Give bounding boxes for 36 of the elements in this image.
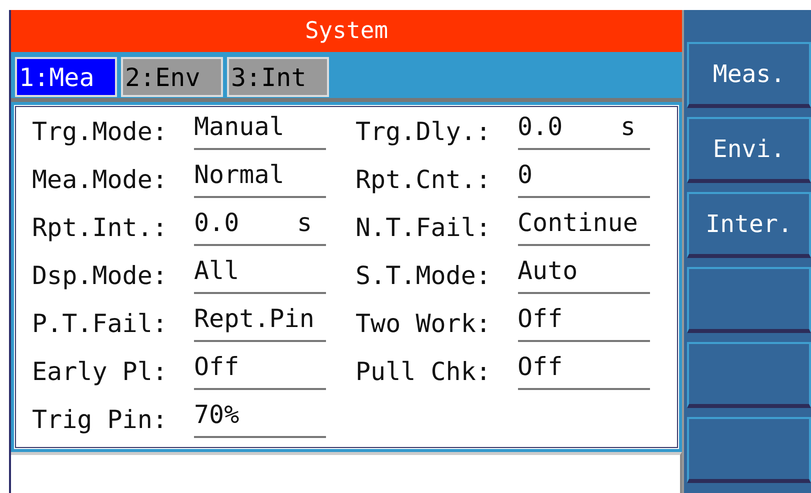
softkey-button[interactable]: Envi.	[687, 117, 811, 183]
setting-label: Rpt.Int.:	[32, 212, 168, 242]
setting-label: Rpt.Cnt.:	[356, 164, 492, 194]
blank-softkey[interactable]	[687, 267, 811, 333]
setting-field[interactable]: All	[194, 256, 326, 294]
setting-field[interactable]: Rept.Pin	[194, 304, 326, 342]
setting-field[interactable]: Off	[194, 352, 326, 390]
setting-field[interactable]: 0	[518, 160, 650, 198]
setting-field[interactable]: Continue	[518, 208, 650, 246]
setting-label: Trig Pin:	[32, 404, 168, 434]
tab[interactable]: 2:Env	[121, 57, 223, 97]
setting-field[interactable]: Normal	[194, 160, 326, 198]
setting-field[interactable]: 0.0 s	[194, 208, 326, 246]
setting-label: Pull Chk:	[356, 356, 492, 386]
setting-field[interactable]: Auto	[518, 256, 650, 294]
blank-softkey[interactable]	[687, 342, 811, 408]
setting-label: Early Pl:	[32, 356, 168, 386]
setting-field[interactable]: 0.0 s	[518, 112, 650, 150]
setting-field[interactable]: Off	[518, 352, 650, 390]
tab[interactable]: 3:Int	[227, 57, 329, 97]
setting-field[interactable]: Off	[518, 304, 650, 342]
setting-label: S.T.Mode:	[356, 260, 492, 290]
title-bar: System	[11, 10, 682, 52]
softkey-button[interactable]: Meas.	[687, 42, 811, 108]
setting-label: N.T.Fail:	[356, 212, 492, 242]
setting-label: Trg.Dly.:	[356, 116, 492, 146]
setting-label: P.T.Fail:	[32, 308, 168, 338]
setting-label: Two Work:	[356, 308, 492, 338]
softkey-button[interactable]: Inter.	[687, 192, 811, 258]
setting-label: Trg.Mode:	[32, 116, 168, 146]
setting-label: Dsp.Mode:	[32, 260, 168, 290]
blank-softkey[interactable]	[687, 417, 811, 483]
setting-field[interactable]: 70%	[194, 400, 326, 438]
tab[interactable]: 1:Mea	[15, 57, 117, 97]
setting-field[interactable]: Manual	[194, 112, 326, 150]
setting-label: Mea.Mode:	[32, 164, 168, 194]
